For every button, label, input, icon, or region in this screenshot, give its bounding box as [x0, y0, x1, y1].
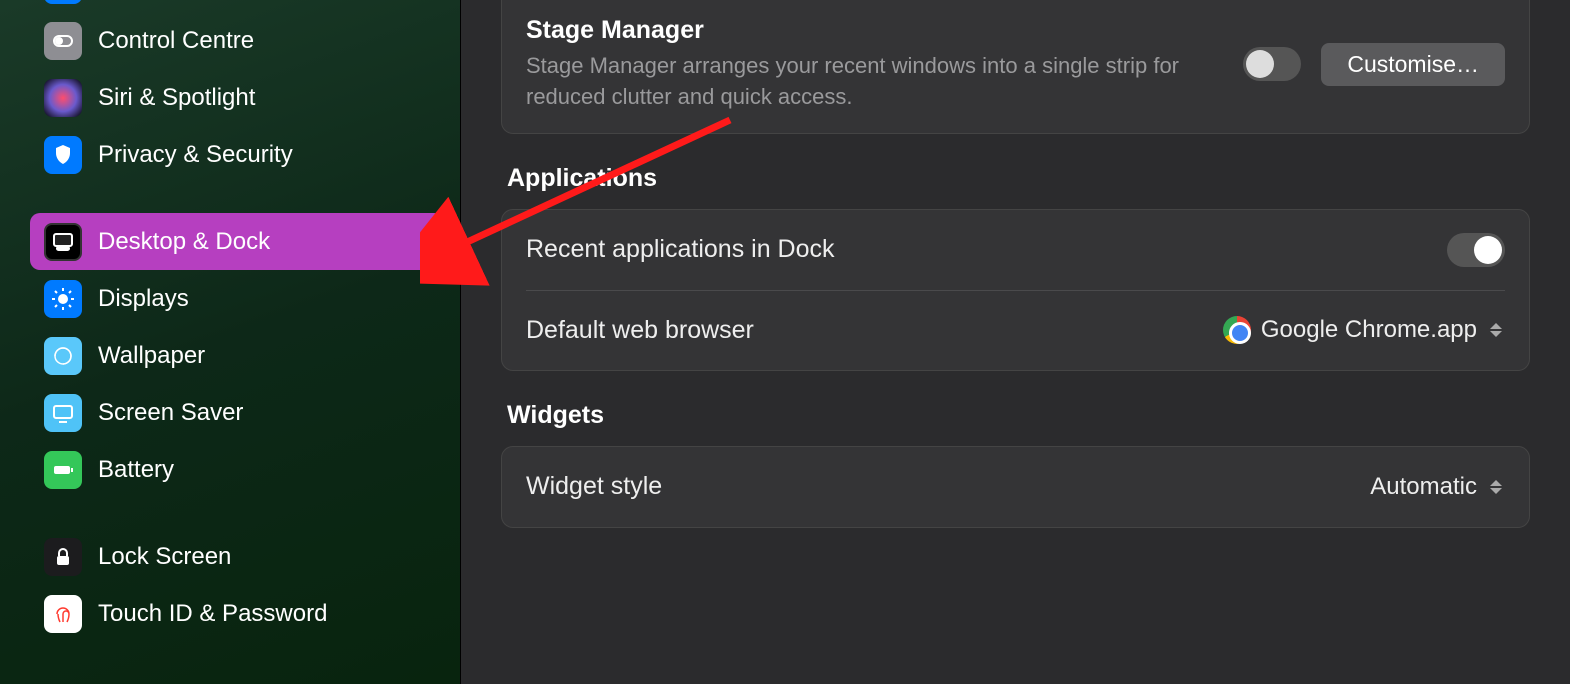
chrome-icon [1223, 316, 1251, 344]
sidebar-item-privacy-security[interactable]: Privacy & Security [30, 126, 444, 183]
widgets-section-title: Widgets [507, 401, 1524, 430]
sidebar-item-battery[interactable]: Battery [30, 441, 444, 498]
sidebar-item-label: Battery [98, 456, 174, 484]
stage-manager-title: Stage Manager [526, 16, 1243, 45]
sidebar-item-label: Screen Saver [98, 399, 243, 427]
default-browser-label: Default web browser [526, 316, 1223, 345]
applications-panel: Recent applications in Dock Default web … [501, 209, 1530, 371]
sidebar-item-siri-spotlight[interactable]: Siri & Spotlight [30, 69, 444, 126]
default-browser-value: Google Chrome.app [1261, 316, 1477, 344]
settings-content-pane: Stage Manager Stage Manager arranges you… [460, 0, 1570, 684]
recent-apps-label: Recent applications in Dock [526, 235, 1447, 264]
sidebar-item-label: Privacy & Security [98, 141, 293, 169]
widget-style-select[interactable]: Automatic [1370, 473, 1505, 501]
screensaver-icon [44, 394, 82, 432]
sidebar-item-desktop-dock[interactable]: Desktop & Dock [30, 213, 444, 270]
widget-style-label: Widget style [526, 472, 1370, 501]
battery-icon [44, 451, 82, 489]
system-settings-sidebar: Control Centre Siri & Spotlight Privacy … [0, 0, 460, 684]
up-down-chevron-icon [1487, 475, 1505, 499]
wallpaper-icon [44, 337, 82, 375]
sidebar-item-label: Lock Screen [98, 543, 231, 571]
displays-icon [44, 280, 82, 318]
sidebar-item-lock-screen[interactable]: Lock Screen [30, 528, 444, 585]
sidebar-item-label: Siri & Spotlight [98, 84, 255, 112]
applications-section-title: Applications [507, 164, 1524, 193]
recent-apps-toggle[interactable] [1447, 233, 1505, 267]
sidebar-item-label: Touch ID & Password [98, 600, 327, 628]
sidebar-item-label: Wallpaper [98, 342, 205, 370]
stage-manager-description: Stage Manager arranges your recent windo… [526, 51, 1243, 113]
sidebar-item-screen-saver[interactable]: Screen Saver [30, 384, 444, 441]
sidebar-item-label: Desktop & Dock [98, 228, 270, 256]
widgets-panel: Widget style Automatic [501, 446, 1530, 528]
sidebar-item-wallpaper[interactable]: Wallpaper [30, 327, 444, 384]
desktop-dock-icon [44, 223, 82, 261]
control-centre-icon [44, 22, 82, 60]
stage-manager-customise-button[interactable]: Customise… [1321, 43, 1505, 86]
siri-icon [44, 79, 82, 117]
stage-manager-panel: Stage Manager Stage Manager arranges you… [501, 0, 1530, 134]
widget-style-value: Automatic [1370, 473, 1477, 501]
sidebar-item-displays[interactable]: Displays [30, 270, 444, 327]
default-browser-select[interactable]: Google Chrome.app [1223, 316, 1505, 344]
sidebar-item-label: Control Centre [98, 27, 254, 55]
sidebar-item-label: Displays [98, 285, 189, 313]
sidebar-item-touch-id-password[interactable]: Touch ID & Password [30, 585, 444, 642]
touchid-icon [44, 595, 82, 633]
up-down-chevron-icon [1487, 318, 1505, 342]
lock-screen-icon [44, 538, 82, 576]
sidebar-item-control-centre[interactable]: Control Centre [30, 12, 444, 69]
privacy-icon [44, 136, 82, 174]
stage-manager-toggle[interactable] [1243, 47, 1301, 81]
